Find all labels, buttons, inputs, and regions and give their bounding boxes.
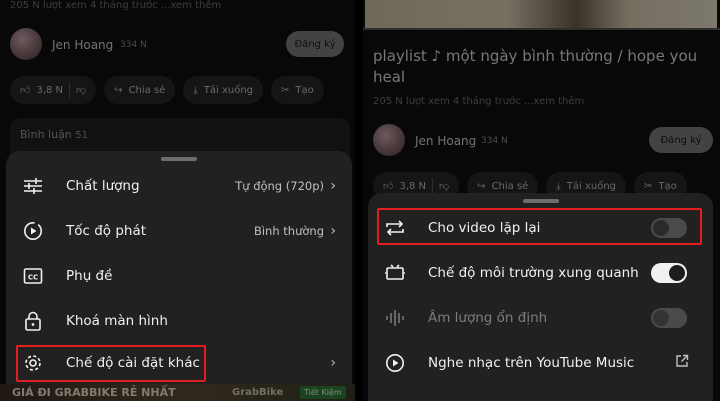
video-title: playlist ♪ một ngày bình thường / hope y… — [373, 47, 698, 86]
scissors-icon: ✂ — [281, 84, 290, 96]
avatar[interactable] — [10, 28, 42, 60]
share-button[interactable]: ↪ Chia sẻ — [104, 76, 176, 104]
scissors-icon: ✂ — [644, 180, 653, 192]
ad-brand: GrabBike — [232, 387, 284, 398]
settings-sheet: Chất lượng Tự động (720p) › Tốc độ phát … — [6, 151, 352, 384]
drag-handle[interactable] — [161, 157, 197, 161]
menu-item-value: Bình thường — [253, 223, 324, 238]
download-label: Tải xuống — [566, 180, 617, 192]
playback-speed-icon — [22, 220, 44, 242]
subscriber-count: 334 N — [481, 136, 508, 146]
menu-item-loop-video[interactable]: Cho video lặp lại — [368, 205, 713, 250]
menu-item-label: Cho video lặp lại — [428, 219, 541, 236]
channel-row: Jen Hoang 334 N Đăng ký — [10, 28, 350, 62]
download-icon: ⤓ — [193, 84, 198, 96]
gear-icon — [22, 352, 44, 374]
action-bar: 👍︎ 3,8 N 👎︎ ↪ Chia sẻ ⤓ Tải xuống ✂ Tạo — [10, 76, 324, 104]
download-button[interactable]: ⤓ Tải xuống — [183, 76, 264, 104]
like-count: 3,8 N — [36, 84, 64, 96]
menu-item-label: Âm lượng ổn định — [428, 309, 548, 326]
share-icon: ↪ — [114, 84, 123, 96]
stable-volume-icon — [384, 307, 406, 329]
video-thumbnail[interactable] — [363, 0, 720, 30]
menu-item-stable-volume[interactable]: Âm lượng ổn định — [368, 295, 713, 340]
subscribe-button[interactable]: Đăng ký — [286, 31, 344, 57]
video-meta: 205 N lượt xem 4 tháng trước ...xem thêm — [10, 0, 222, 11]
external-link-icon — [675, 353, 689, 372]
menu-item-quality[interactable]: Chất lượng Tự động (720p) › — [6, 163, 352, 208]
chevron-right-icon: › — [330, 222, 336, 239]
comments-count: 51 — [75, 130, 89, 141]
subscribe-button[interactable]: Đăng ký — [649, 127, 713, 153]
clip-button[interactable]: ✂ Tạo — [271, 76, 324, 104]
share-icon: ↪ — [477, 180, 486, 192]
menu-item-ambient-mode[interactable]: Chế độ môi trường xung quanh — [368, 250, 713, 295]
left-screenshot: 205 N lượt xem 4 tháng trước ...xem thêm… — [0, 0, 355, 401]
channel-row: Jen Hoang 334 N Đăng ký — [373, 124, 713, 158]
comments-label: Bình luận — [20, 128, 72, 141]
clip-label: Tạo — [658, 180, 677, 192]
ambient-tv-icon — [384, 262, 406, 284]
clip-label: Tạo — [295, 84, 314, 96]
thumbs-down-icon: 👎︎ — [439, 181, 450, 192]
lock-icon — [22, 310, 44, 332]
menu-item-lock-screen[interactable]: Khoá màn hình — [6, 298, 352, 343]
sliders-icon — [22, 175, 44, 197]
video-meta: 205 N lượt xem 4 tháng trước ...xem thêm — [373, 96, 585, 107]
loop-toggle[interactable] — [651, 217, 687, 238]
captions-icon: CC — [22, 265, 44, 287]
menu-item-additional-settings[interactable]: Chế độ cài đặt khác › — [6, 340, 352, 385]
chevron-right-icon: › — [330, 177, 336, 194]
download-icon: ⤓ — [556, 180, 561, 192]
menu-item-playback-speed[interactable]: Tốc độ phát Bình thường › — [6, 208, 352, 253]
channel-name[interactable]: Jen Hoang — [52, 38, 113, 52]
download-label: Tải xuống — [203, 84, 254, 96]
menu-item-label: Nghe nhạc trên YouTube Music — [428, 354, 635, 371]
menu-item-label: Chất lượng — [66, 177, 140, 194]
menu-item-label: Chế độ cài đặt khác — [66, 354, 200, 371]
thumbs-up-icon: 👍︎ — [20, 85, 31, 96]
ambient-mode-toggle[interactable] — [651, 262, 687, 283]
drag-handle[interactable] — [522, 199, 559, 203]
progress-bar[interactable] — [363, 28, 720, 30]
subscriber-count: 334 N — [120, 40, 147, 50]
ad-banner[interactable]: GIÁ ĐI GRABBIKE RẺ NHẤT GrabBike Tiết Ki… — [0, 384, 355, 401]
thumbs-down-icon: 👎︎ — [76, 85, 87, 96]
menu-item-label: Khoá màn hình — [66, 312, 168, 329]
additional-settings-sheet: Cho video lặp lại Chế độ môi trường xung… — [368, 193, 713, 401]
stable-volume-toggle[interactable] — [651, 307, 687, 328]
chevron-right-icon: › — [330, 354, 336, 371]
avatar[interactable] — [373, 124, 405, 156]
menu-item-label: Phụ đề — [66, 267, 113, 284]
youtube-music-icon — [384, 352, 406, 374]
menu-item-youtube-music[interactable]: Nghe nhạc trên YouTube Music — [368, 340, 713, 385]
right-screenshot: playlist ♪ một ngày bình thường / hope y… — [363, 0, 720, 401]
like-button[interactable]: 👍︎ 3,8 N 👎︎ — [10, 76, 97, 104]
menu-item-captions[interactable]: CC Phụ đề — [6, 253, 352, 298]
ad-banner-text: GIÁ ĐI GRABBIKE RẺ NHẤT — [12, 386, 176, 399]
menu-item-value: Tự động (720p) — [235, 178, 324, 193]
share-label: Chia sẻ — [491, 180, 529, 192]
divider — [355, 0, 363, 401]
svg-text:CC: CC — [28, 273, 38, 281]
menu-item-label: Tốc độ phát — [66, 222, 147, 239]
repeat-icon — [384, 217, 406, 239]
channel-name[interactable]: Jen Hoang — [415, 134, 476, 148]
like-count: 3,8 N — [399, 180, 427, 192]
thumbs-up-icon: 👍︎ — [383, 181, 394, 192]
ad-tag: Tiết Kiệm — [300, 386, 346, 399]
menu-item-label: Chế độ môi trường xung quanh — [428, 264, 639, 281]
share-label: Chia sẻ — [128, 84, 166, 96]
